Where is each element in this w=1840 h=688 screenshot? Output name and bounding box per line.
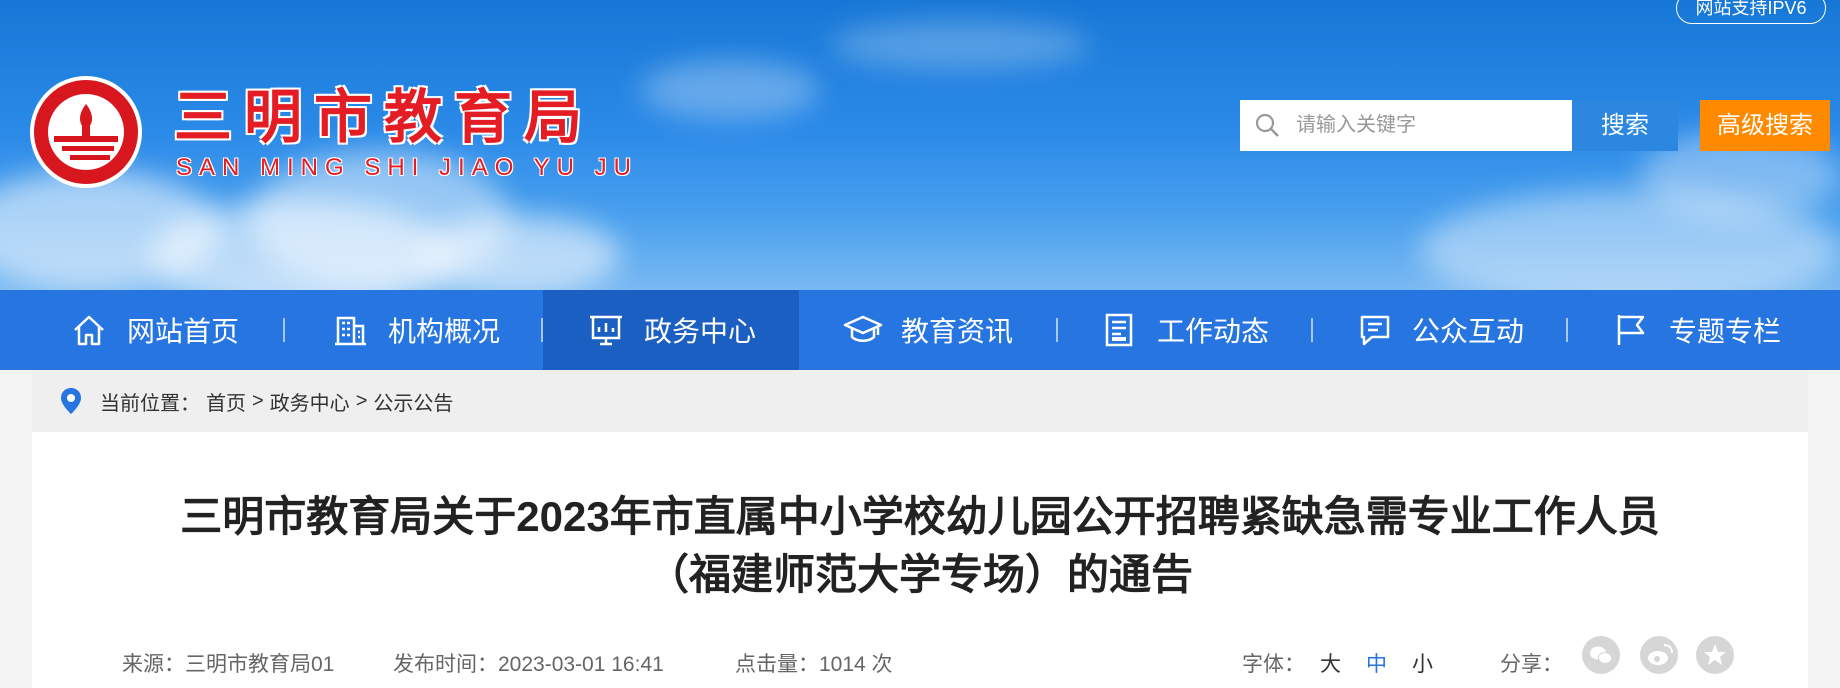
weibo-icon[interactable]: [1640, 636, 1678, 674]
breadcrumb: 当前位置： 首页 > 政务中心 > 公示公告: [32, 370, 1808, 432]
font-size-small[interactable]: 小: [1412, 648, 1433, 678]
article-title-line1: 三明市教育局关于2023年市直属中小学校幼儿园公开招聘紧缺急需专业工作人员: [180, 493, 1660, 540]
search-icon: [1255, 113, 1279, 137]
home-icon: [74, 315, 104, 346]
nav-item-public-interaction[interactable]: 公众互动: [1313, 290, 1565, 370]
nav-item-special-topics[interactable]: 专题专栏: [1568, 290, 1824, 370]
article-title: 三明市教育局关于2023年市直属中小学校幼儿园公开招聘紧缺急需专业工作人员 （福…: [32, 488, 1808, 604]
wechat-icon[interactable]: [1582, 636, 1620, 674]
graduation-cap-icon: [843, 315, 883, 342]
article-views: 点击量：1014 次: [735, 653, 893, 676]
nav-item-government[interactable]: 政务中心: [543, 290, 799, 370]
font-size-large[interactable]: 大: [1320, 648, 1341, 678]
breadcrumb-prefix: 当前位置：: [100, 392, 200, 415]
nav-label: 专题专栏: [1668, 316, 1781, 347]
nav-divider: [283, 318, 285, 342]
main-nav: 网站首页 机构概况 政务中心 教育资讯 工作动态 公众互动 专题专栏: [0, 290, 1840, 370]
article-publish-time: 发布时间：2023-03-01 16:41: [393, 653, 664, 676]
advanced-search-button[interactable]: 高级搜索: [1700, 100, 1830, 151]
site-title: 三明市教育局: [174, 85, 595, 150]
nav-item-news[interactable]: 教育资讯: [800, 290, 1056, 370]
font-size-medium[interactable]: 中: [1366, 648, 1387, 678]
presentation-icon: [589, 315, 622, 346]
nav-item-work-updates[interactable]: 工作动态: [1058, 290, 1310, 370]
nav-label: 网站首页: [126, 316, 239, 347]
search-box: [1240, 100, 1572, 151]
document-icon: [1105, 313, 1133, 347]
nav-item-organization[interactable]: 机构概况: [290, 290, 540, 370]
logo[interactable]: [30, 76, 142, 188]
breadcrumb-separator: >: [252, 389, 264, 412]
header-banner: 网站支持IPV6 三明市教育局 SAN MING SHI JIAO YU JU …: [0, 0, 1840, 290]
flag-icon: [1617, 315, 1645, 345]
share-label: 分享：: [1500, 653, 1563, 676]
breadcrumb-home[interactable]: 首页: [206, 387, 246, 416]
article-source: 来源：三明市教育局01: [122, 653, 335, 676]
nav-label: 机构概况: [387, 316, 500, 347]
font-size-label: 字体：: [1242, 653, 1305, 676]
nav-label: 教育资讯: [900, 316, 1013, 347]
star-icon[interactable]: [1696, 636, 1734, 674]
breadcrumb-government[interactable]: 政务中心: [270, 387, 350, 416]
nav-label: 公众互动: [1411, 316, 1524, 347]
nav-label: 政务中心: [643, 316, 756, 347]
nav-label: 工作动态: [1156, 316, 1269, 347]
article-panel: 三明市教育局关于2023年市直属中小学校幼儿园公开招聘紧缺急需专业工作人员 （福…: [32, 432, 1808, 688]
building-icon: [334, 316, 366, 346]
search-input[interactable]: [1296, 100, 1566, 151]
search-button[interactable]: 搜索: [1572, 100, 1678, 151]
ipv6-badge: 网站支持IPV6: [1676, 0, 1826, 24]
nav-item-home[interactable]: 网站首页: [32, 290, 276, 370]
breadcrumb-separator: >: [355, 389, 368, 412]
chat-icon: [1360, 315, 1390, 346]
breadcrumb-notices[interactable]: 公示公告: [373, 387, 453, 416]
site-title-english: SAN MING SHI JIAO YU JU: [176, 154, 638, 181]
location-pin-icon: [61, 388, 81, 414]
article-title-line2: （福建师范大学专场）的通告: [646, 551, 1193, 598]
